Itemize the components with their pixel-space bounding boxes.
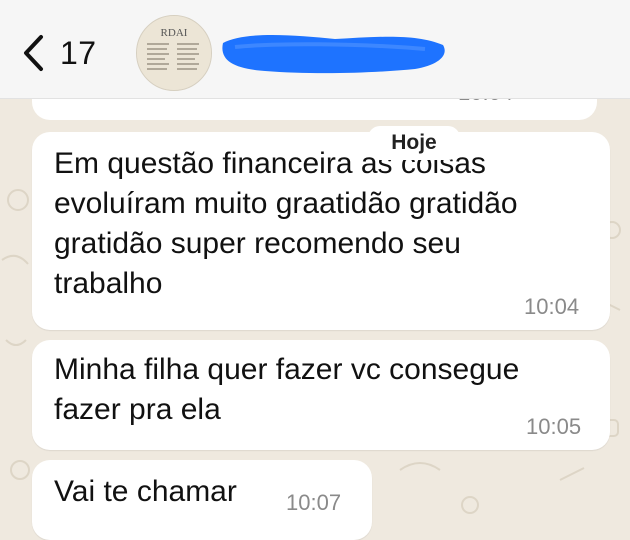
unread-count: 17	[60, 34, 97, 71]
message-bubble[interactable]: Em questão financeira as coisas evoluíra…	[32, 132, 610, 330]
contact-name-redaction[interactable]	[215, 25, 450, 81]
chat-header: 17 RDAI	[0, 0, 630, 99]
back-button[interactable]: 17	[22, 30, 122, 76]
message-text: Minha filha quer fazer vc consegue fazer…	[54, 353, 520, 426]
date-separator: Hoje	[368, 126, 460, 160]
message-text: Vai te chamar	[54, 475, 237, 508]
svg-text:RDAI: RDAI	[161, 27, 188, 39]
contact-avatar[interactable]: RDAI	[136, 15, 212, 91]
message-bubble[interactable]: Vai te chamar 10:07	[32, 460, 372, 540]
message-time: 10:04	[524, 294, 580, 319]
message-bubble[interactable]: Minha filha quer fazer vc consegue fazer…	[32, 340, 610, 450]
chevron-left-icon	[22, 34, 44, 72]
message-text: Em questão financeira as coisas evoluíra…	[54, 147, 518, 300]
message-time: 10:07	[286, 490, 342, 515]
message-time: 10:05	[526, 414, 582, 439]
